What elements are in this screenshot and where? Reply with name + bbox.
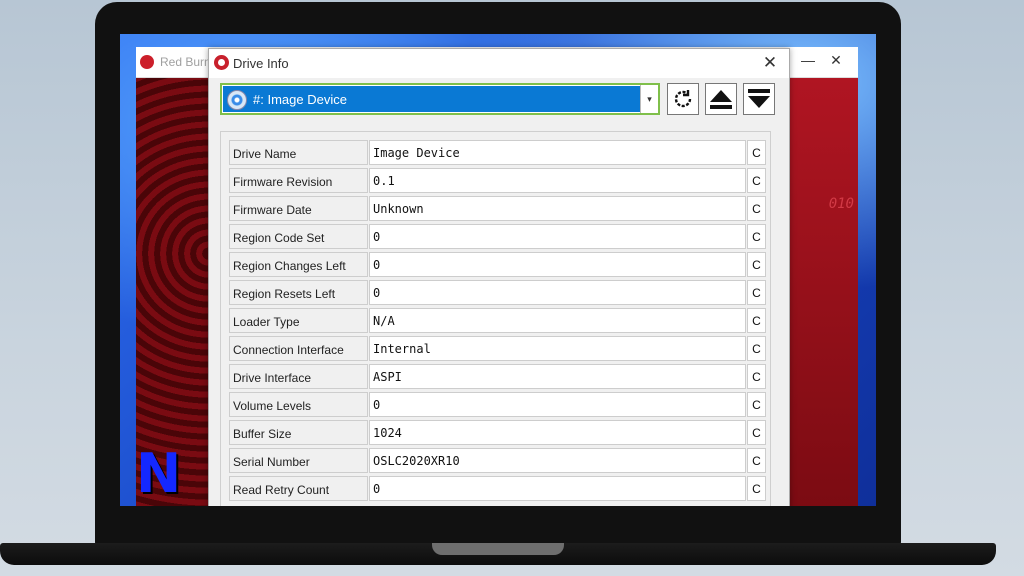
row-label: Loader Type bbox=[229, 308, 368, 333]
row-value[interactable]: Image Device bbox=[369, 140, 746, 165]
drive-info-table[interactable]: Drive Name Image Device C Firmware Revision… bbox=[220, 131, 771, 506]
drive-toolbar: #: Image Device ▾ bbox=[220, 83, 779, 121]
row-value[interactable]: 0.1 bbox=[369, 168, 746, 193]
row-value[interactable]: OSLC2020XR10 bbox=[369, 448, 746, 473]
row-value[interactable]: 0 bbox=[369, 280, 746, 305]
row-label: Drive Interface bbox=[229, 364, 368, 389]
row-label: Buffer Size bbox=[229, 420, 368, 445]
row-label: Serial Number bbox=[229, 448, 368, 473]
row-value[interactable]: N/A bbox=[369, 308, 746, 333]
table-row: Region Resets Left 0 C bbox=[229, 280, 766, 305]
copy-button[interactable]: C bbox=[747, 420, 766, 445]
copy-button[interactable]: C bbox=[747, 140, 766, 165]
copy-button[interactable]: C bbox=[747, 168, 766, 193]
row-value[interactable]: ASPI bbox=[369, 364, 746, 389]
eject-button[interactable] bbox=[705, 83, 737, 115]
row-label: Firmware Date bbox=[229, 196, 368, 221]
row-value[interactable]: 0 bbox=[369, 224, 746, 249]
copy-button[interactable]: C bbox=[747, 364, 766, 389]
table-row: Drive Name Image Device C bbox=[229, 140, 766, 165]
copy-button[interactable]: C bbox=[747, 280, 766, 305]
table-row: Firmware Revision 0.1 C bbox=[229, 168, 766, 193]
minimize-button[interactable]: — bbox=[794, 52, 822, 68]
corner-logo: N bbox=[136, 442, 182, 505]
table-row: Region Changes Left 0 C bbox=[229, 252, 766, 277]
table-row: Serial Number OSLC2020XR10 C bbox=[229, 448, 766, 473]
window-controls: — ✕ bbox=[794, 52, 850, 69]
copy-button[interactable]: C bbox=[747, 196, 766, 221]
app-logo-icon bbox=[140, 55, 154, 69]
load-tray-button[interactable] bbox=[743, 83, 775, 115]
cd-drive-icon bbox=[227, 90, 247, 110]
row-label: Region Code Set bbox=[229, 224, 368, 249]
dialog-title: Drive Info bbox=[233, 56, 289, 71]
table-row: Volume Levels 0 C bbox=[229, 392, 766, 417]
dialog-close-button[interactable]: ✕ bbox=[759, 53, 781, 73]
row-value[interactable]: 1024 bbox=[369, 420, 746, 445]
row-value[interactable]: 0 bbox=[369, 392, 746, 417]
row-label: Region Resets Left bbox=[229, 280, 368, 305]
table-row: Read Retry Count 0 C bbox=[229, 476, 766, 501]
row-label: Read Retry Count bbox=[229, 476, 368, 501]
table-row: Drive Interface ASPI C bbox=[229, 364, 766, 389]
copy-button[interactable]: C bbox=[747, 224, 766, 249]
row-label: Connection Interface bbox=[229, 336, 368, 361]
table-row: Loader Type N/A C bbox=[229, 308, 766, 333]
row-value[interactable]: Internal bbox=[369, 336, 746, 361]
background-app-side-panel: 010 bbox=[788, 78, 858, 506]
table-row: Connection Interface Internal C bbox=[229, 336, 766, 361]
disc-logo-icon bbox=[214, 55, 229, 70]
row-label: Firmware Revision bbox=[229, 168, 368, 193]
drive-select-value: #: Image Device bbox=[253, 92, 347, 107]
background-app-title: Red Burn bbox=[160, 55, 211, 69]
dialog-titlebar[interactable]: Drive Info ✕ bbox=[209, 49, 789, 78]
copy-button[interactable]: C bbox=[747, 336, 766, 361]
row-value[interactable]: Unknown bbox=[369, 196, 746, 221]
drive-select-highlight: #: Image Device bbox=[223, 86, 640, 112]
close-button[interactable]: ✕ bbox=[822, 52, 850, 69]
row-value[interactable]: 0 bbox=[369, 476, 746, 501]
screen: Red Burn — ✕ 010 N Drive Info ✕ #: Image … bbox=[120, 34, 876, 506]
copy-button[interactable]: C bbox=[747, 392, 766, 417]
refresh-icon bbox=[674, 90, 692, 108]
table-row: Buffer Size 1024 C bbox=[229, 420, 766, 445]
copy-button[interactable]: C bbox=[747, 252, 766, 277]
row-value[interactable]: 0 bbox=[369, 252, 746, 277]
refresh-button[interactable] bbox=[667, 83, 699, 115]
copy-button[interactable]: C bbox=[747, 448, 766, 473]
eject-icon bbox=[710, 90, 732, 109]
table-row: Firmware Date Unknown C bbox=[229, 196, 766, 221]
row-label: Drive Name bbox=[229, 140, 368, 165]
load-tray-icon bbox=[748, 89, 770, 108]
copy-button[interactable]: C bbox=[747, 476, 766, 501]
row-label: Volume Levels bbox=[229, 392, 368, 417]
drive-info-dialog: Drive Info ✕ #: Image Device ▾ Drive Nam… bbox=[208, 48, 790, 506]
copy-button[interactable]: C bbox=[747, 308, 766, 333]
side-panel-text: 010 bbox=[828, 196, 854, 212]
chevron-down-icon[interactable]: ▾ bbox=[640, 85, 658, 113]
table-row: Region Code Set 0 C bbox=[229, 224, 766, 249]
laptop-notch bbox=[432, 543, 564, 555]
drive-select-dropdown[interactable]: #: Image Device ▾ bbox=[220, 83, 660, 115]
row-label: Region Changes Left bbox=[229, 252, 368, 277]
